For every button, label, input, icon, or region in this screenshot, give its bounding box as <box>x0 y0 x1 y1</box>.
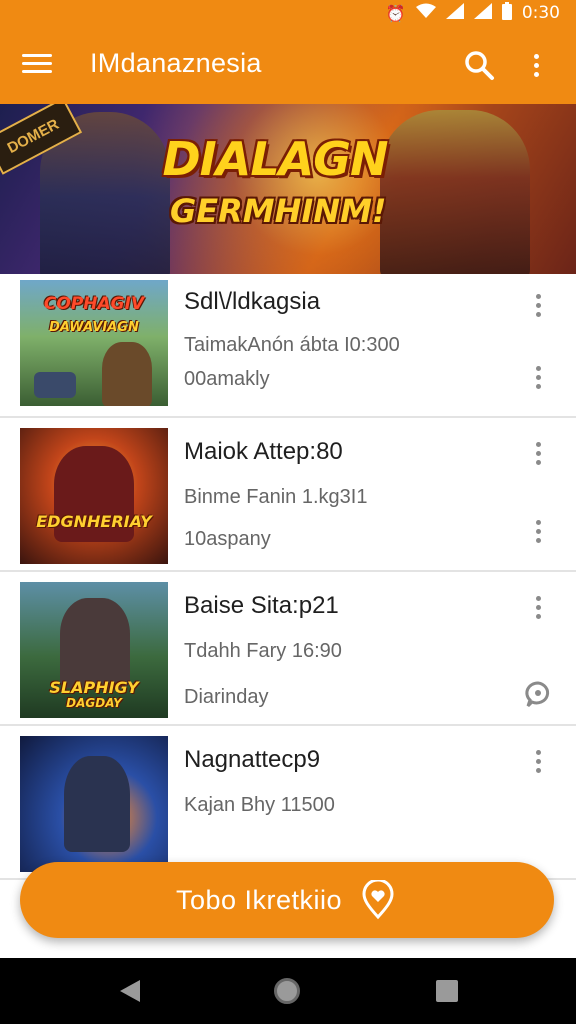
signal-icon-2 <box>473 3 492 23</box>
chat-bubble-icon[interactable] <box>524 680 552 708</box>
item-thumbnail: SLAPHIGY DAGDAY <box>20 582 168 718</box>
item-meta: Diarinday <box>184 686 269 708</box>
back-icon[interactable] <box>118 978 142 1004</box>
game-list: COPHAGIV DAWAVIAGN Sdl\/ldkagsia TaimakA… <box>0 274 576 880</box>
item-more-icon[interactable] <box>526 744 550 778</box>
item-more-icon[interactable] <box>526 590 550 624</box>
location-heart-icon <box>358 878 398 920</box>
item-title: Sdl\/ldkagsia <box>184 288 321 315</box>
list-item[interactable]: EDGNHERIAY Maiok Attep:80 Binme Fanin 1.… <box>0 418 576 572</box>
item-thumbnail: COPHAGIV DAWAVIAGN <box>20 280 168 406</box>
item-more-icon[interactable] <box>526 288 550 322</box>
alarm-icon: ⏰ <box>385 3 406 23</box>
thumb-label: SLAPHIGY <box>49 678 139 697</box>
item-title: Nagnattecp9 <box>184 746 321 773</box>
thumb-label-2: DAWAVIAGN <box>49 320 139 335</box>
item-meta: 10aspany <box>184 528 271 550</box>
thumb-figure <box>60 598 130 688</box>
item-subtitle: Binme Fanin 1.kg3I1 <box>184 486 368 508</box>
more-vert-icon[interactable] <box>522 48 550 82</box>
hero-right-figure <box>380 110 530 274</box>
app-title: IMdanaznesia <box>90 48 262 78</box>
item-title: Baise Sita:p21 <box>184 592 339 619</box>
list-item[interactable]: Nagnattecp9 Kajan Bhy 11500 <box>0 726 576 880</box>
status-time: 0:30 <box>521 3 560 23</box>
primary-action-button[interactable]: Tobo Ikretkiio <box>20 862 554 938</box>
item-more-icon-secondary[interactable] <box>526 360 550 394</box>
status-bar: ⏰ 0:30 <box>0 0 576 26</box>
item-subtitle: Tdahh Fary 16:90 <box>184 640 342 662</box>
item-more-icon[interactable] <box>526 436 550 470</box>
search-icon[interactable] <box>462 48 496 82</box>
battery-icon <box>501 2 512 24</box>
list-item[interactable]: COPHAGIV DAWAVIAGN Sdl\/ldkagsia TaimakA… <box>0 274 576 418</box>
item-thumbnail <box>20 736 168 872</box>
thumb-label: COPHAGIV <box>43 294 145 314</box>
thumb-figure <box>64 756 130 852</box>
item-more-icon-secondary[interactable] <box>526 514 550 548</box>
item-meta: 00amakly <box>184 368 270 390</box>
primary-action-label: Tobo Ikretkiio <box>175 884 343 915</box>
system-nav-bar <box>0 958 576 1024</box>
menu-icon[interactable] <box>20 50 54 80</box>
thumb-label-2: DAGDAY <box>66 696 122 710</box>
signal-icon <box>445 3 464 23</box>
item-subtitle: Kajan Bhy 11500 <box>184 794 335 816</box>
app-bar: IMdanaznesia <box>0 26 576 104</box>
thumb-label: EDGNHERIAY <box>36 512 152 531</box>
item-thumbnail: EDGNHERIAY <box>20 428 168 564</box>
wifi-icon <box>415 3 436 23</box>
item-title: Maiok Attep:80 <box>184 438 343 465</box>
banner-subtitle: GERMHINM! <box>170 192 387 230</box>
banner-title: DIALAGN <box>162 132 388 186</box>
list-item[interactable]: SLAPHIGY DAGDAY Baise Sita:p21 Tdahh Far… <box>0 572 576 726</box>
home-icon[interactable] <box>274 978 300 1004</box>
thumb-figure <box>102 342 152 406</box>
promo-banner[interactable]: DOMER DIALAGN GERMHINM! <box>0 104 576 274</box>
thumb-vehicle <box>34 372 76 398</box>
item-subtitle: TaimakAnón ábta I0:300 <box>184 334 400 356</box>
recents-icon[interactable] <box>436 980 458 1002</box>
